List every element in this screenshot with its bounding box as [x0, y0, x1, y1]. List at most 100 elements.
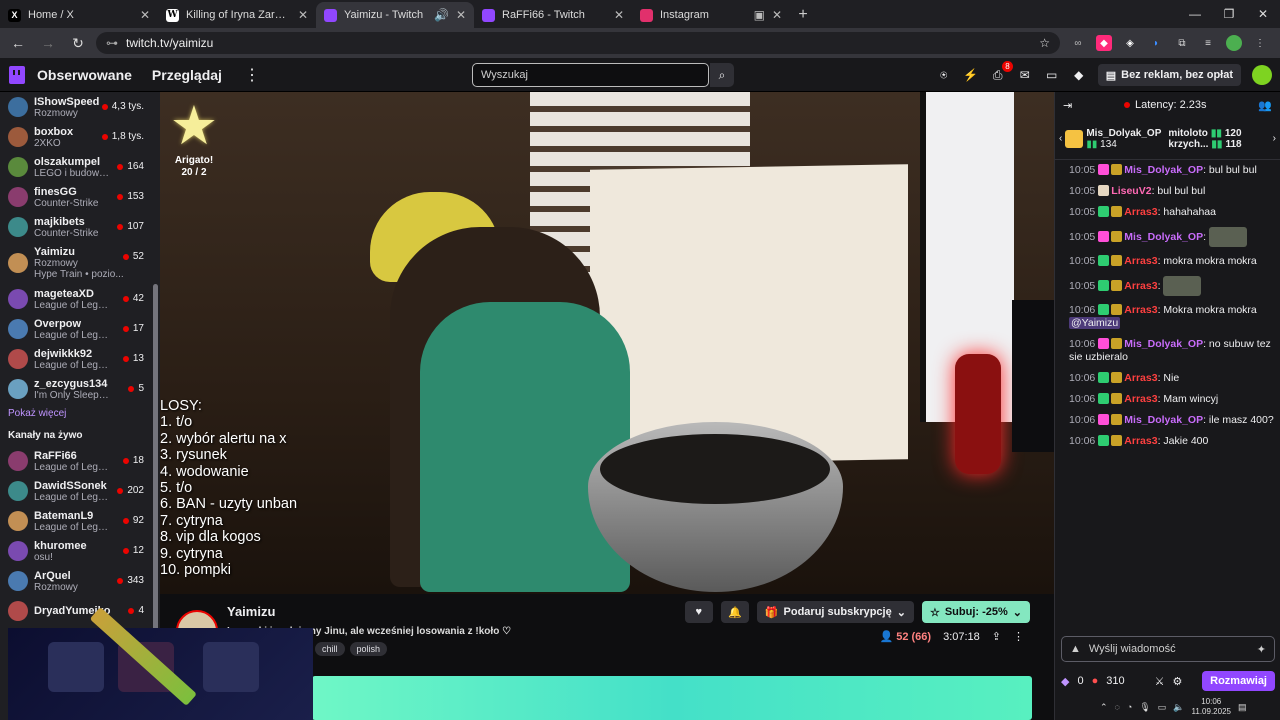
new-tab-button[interactable]: + [790, 2, 816, 28]
chat-username[interactable]: Mis_Dolyak_OP [1124, 414, 1203, 426]
twitch-logo-icon[interactable] [9, 65, 25, 84]
bits-icon[interactable]: ◆ [1071, 67, 1087, 83]
chat-username[interactable]: Arras3 [1124, 435, 1157, 447]
menu-icon[interactable]: ⋮ [1252, 35, 1268, 51]
chat-badge-icon[interactable] [1098, 164, 1110, 175]
chat-username[interactable]: Mis_Dolyak_OP [1124, 164, 1203, 176]
chat-badge-icon[interactable] [1098, 372, 1110, 383]
collapse-chat-icon[interactable]: ⇥ [1063, 99, 1072, 112]
sub-badge-icon[interactable] [1111, 435, 1123, 446]
sub-badge-icon[interactable] [1111, 279, 1123, 291]
sidebar-channel[interactable]: z_ezcygus134 I'm Only Sleeping 5 [0, 374, 160, 404]
more-options-icon[interactable]: ⋮ [1013, 630, 1024, 643]
close-icon[interactable]: ✕ [298, 8, 308, 22]
pip-icon[interactable]: ▣ [754, 8, 765, 22]
chat-badge-icon[interactable] [1098, 206, 1110, 217]
crown-icon[interactable]: ⍟ [936, 67, 952, 83]
share-icon[interactable]: ⇪ [992, 630, 1001, 643]
mail-icon[interactable]: ✉ [1017, 67, 1033, 83]
sub-badge-icon[interactable] [1111, 255, 1123, 266]
channel-points-icon[interactable]: ● [1092, 675, 1099, 687]
url-field[interactable]: ⊶ twitch.tv/yaimizu ☆ [96, 32, 1060, 54]
sub-badge-icon[interactable] [1111, 230, 1123, 242]
chat-username[interactable]: Mis_Dolyak_OP [1124, 338, 1203, 350]
extensions-puzzle-icon[interactable]: ⧉ [1174, 35, 1190, 51]
cat-emote-icon[interactable] [1163, 276, 1202, 296]
sidebar-channel[interactable]: olszakumpel LEGO i budowa... 164 [0, 152, 160, 182]
search-input[interactable]: Wyszukaj [472, 63, 709, 87]
sidebar-channel[interactable]: RaFFi66 League of Lege... 18 [0, 446, 160, 476]
chat-badge-icon[interactable] [1098, 185, 1110, 196]
network-icon[interactable]: ▭ [1158, 702, 1167, 713]
moderation-icon[interactable]: ⚔ [1155, 675, 1165, 688]
minimize-icon[interactable]: — [1178, 0, 1212, 28]
leader-name[interactable]: Mis_Dolyak_OP [1086, 128, 1161, 139]
streamer-name[interactable]: Yaimizu [227, 604, 275, 619]
chat-username[interactable]: Arras3 [1124, 393, 1157, 405]
close-icon[interactable]: ✕ [772, 8, 782, 22]
close-icon[interactable]: ✕ [140, 8, 150, 22]
sidebar-channel[interactable]: DryadYumeiko 4 [0, 596, 160, 626]
notifications-icon[interactable]: ▤ [1238, 702, 1247, 713]
sub-badge-icon[interactable] [1111, 372, 1123, 383]
leader-name[interactable]: krzych... [1168, 139, 1208, 150]
sub-badge-icon[interactable] [1111, 393, 1123, 404]
chat-username[interactable]: Mis_Dolyak_OP [1124, 231, 1203, 243]
more-icon[interactable]: ⋮ [244, 65, 260, 85]
ext-shield-icon[interactable]: ◆ [1096, 35, 1112, 51]
chat-input[interactable]: ▲ Wyślij wiadomość ✦ [1061, 636, 1275, 662]
emote-icon[interactable]: ⚡ [963, 67, 979, 83]
sidebar-channel[interactable]: boxbox 2XKO 1,8 tys. [0, 122, 160, 152]
chat-badge-icon[interactable] [1098, 393, 1110, 404]
bits-icon[interactable]: ◆ [1061, 675, 1069, 688]
reload-icon[interactable]: ↻ [66, 31, 90, 55]
chevron-right-icon[interactable]: › [1273, 133, 1276, 144]
close-icon[interactable]: ✕ [456, 8, 466, 22]
back-icon[interactable]: ← [6, 31, 30, 55]
sidebar-channel[interactable]: dejwikkk92 League of Lege... 13 [0, 344, 160, 374]
speaker-icon[interactable]: 🔊 [434, 8, 449, 22]
site-info-icon[interactable]: ⊶ [106, 36, 118, 50]
chat-badge-icon[interactable] [1098, 230, 1110, 242]
wifi-icon[interactable]: ◔ [1127, 702, 1132, 712]
tag-polish[interactable]: polish [349, 642, 388, 656]
tab-yaimizu-twitch[interactable]: Yaimizu - Twitch 🔊 ✕ [316, 2, 474, 28]
sidebar-channel[interactable]: finesGG Counter-Strike 153 [0, 182, 160, 212]
settings-gear-icon[interactable]: ⚙ [1172, 675, 1182, 688]
bookmark-star-icon[interactable]: ☆ [1039, 36, 1050, 50]
nav-browse[interactable]: Przeglądaj [152, 67, 222, 83]
tab-instagram[interactable]: Instagram ▣ ✕ [632, 2, 790, 28]
chat-username[interactable]: Arras3 [1124, 280, 1157, 292]
tray-chevron-icon[interactable]: ⌃ [1100, 702, 1108, 713]
follow-heart-icon[interactable]: ♥ [684, 601, 713, 623]
chat-badge-icon[interactable] [1098, 435, 1110, 446]
whisper-icon[interactable]: ▭ [1044, 67, 1060, 83]
chat-badge-icon[interactable] [1098, 279, 1110, 291]
promo-banner[interactable] [312, 676, 1032, 720]
chat-username[interactable]: Arras3 [1124, 372, 1157, 384]
sidebar-channel[interactable]: khuromee osu! 12 [0, 536, 160, 566]
turbo-button[interactable]: ▤ Bez reklam, bez opłat [1097, 64, 1241, 86]
tab-raffi-twitch[interactable]: RaFFi66 - Twitch ✕ [474, 2, 632, 28]
sidebar-channel[interactable]: IShowSpeed Rozmowy 4,3 tys. [0, 92, 160, 122]
ext-diamond-icon[interactable]: ◈ [1122, 35, 1138, 51]
chat-username[interactable]: Arras3 [1124, 304, 1157, 316]
chat-send-button[interactable]: Rozmawiaj [1202, 671, 1275, 691]
sidebar-channel[interactable]: Overpow League of Lege... 17 [0, 314, 160, 344]
mic-icon[interactable]: 🎙 [1139, 702, 1150, 713]
inbox-icon[interactable]: ⎙ 8 [990, 61, 1013, 83]
video-player[interactable]: ★ Arigato! 20 / 2 LOSY: 1. t/o 2. wybór al… [160, 92, 1054, 594]
chat-mention[interactable]: @Yaimizu [1069, 317, 1121, 329]
chat-badge-icon[interactable] [1098, 255, 1110, 266]
sidebar-channel[interactable]: BatemanL9 League of Lege... 92 [0, 506, 160, 536]
chat-badge-icon[interactable] [1098, 304, 1110, 315]
cat-emote-icon[interactable] [1208, 227, 1247, 247]
chevron-left-icon[interactable]: ‹ [1059, 133, 1062, 144]
sub-badge-icon[interactable] [1111, 304, 1123, 315]
chat-username[interactable]: LiseuV2 [1111, 185, 1151, 197]
sidebar-channel[interactable]: Yaimizu Rozmowy Hype Train • pozio... 52 [0, 242, 160, 284]
sub-badge-icon[interactable] [1111, 206, 1123, 217]
sub-badge-icon[interactable] [1111, 414, 1123, 425]
chat-username[interactable]: Arras3 [1124, 255, 1157, 267]
subscribe-button[interactable]: ☆ Subuj: -25% ⌄ [921, 601, 1030, 623]
